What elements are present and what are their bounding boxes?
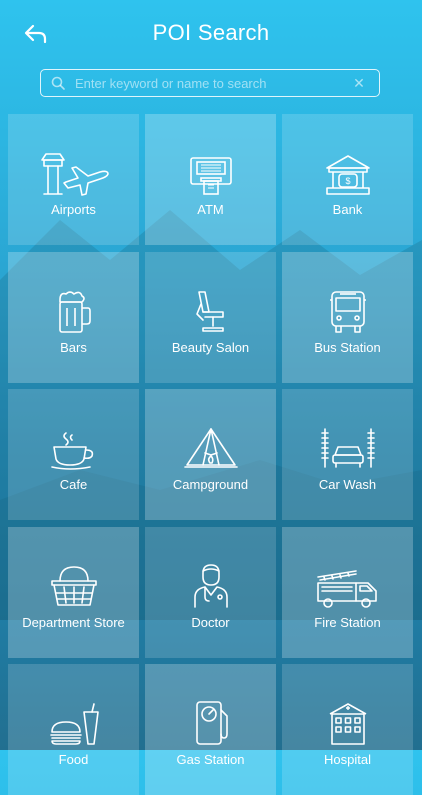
airport-icon [40,148,109,196]
category-tile-food[interactable]: Food [8,664,139,795]
category-tile-doctor[interactable]: Doctor [145,527,276,658]
burger-drink-icon [44,698,104,746]
category-tile-car-wash[interactable]: Car Wash [282,389,413,520]
category-label: Campground [172,477,249,492]
atm-icon [181,148,241,196]
category-label: Hospital [324,752,371,767]
car-wash-icon [318,423,378,471]
doctor-icon [181,561,241,609]
category-label: Bus Station [314,340,381,355]
category-label: Beauty Salon [171,340,250,355]
category-tile-bars[interactable]: Bars [8,252,139,383]
category-label: Bars [60,340,87,355]
shopping-basket-icon [44,561,104,609]
fire-truck-icon [316,561,378,609]
category-label: Doctor [191,615,230,630]
category-label: Airports [51,202,96,217]
coffee-cup-icon [44,423,104,471]
category-tile-airports[interactable]: Airports [8,114,139,245]
fuel-pump-icon [181,698,241,746]
category-tile-cafe[interactable]: Cafe [8,389,139,520]
category-tile-gas-station[interactable]: Gas Station [145,664,276,795]
category-label: Bank [332,202,363,217]
tent-icon [181,423,241,471]
category-tile-bank[interactable]: $ Bank [282,114,413,245]
bus-icon [318,286,378,334]
category-label: Cafe [59,477,88,492]
salon-chair-icon [181,286,241,334]
category-label: Car Wash [318,477,377,492]
category-label: Fire Station [314,615,381,630]
category-tile-campground[interactable]: Campground [145,389,276,520]
category-tile-hospital[interactable]: Hospital [282,664,413,795]
category-label: Gas Station [176,752,245,767]
category-label: Department Store [22,615,125,630]
svg-text:$: $ [345,176,350,186]
category-tile-atm[interactable]: ATM [145,114,276,245]
category-tile-bus-station[interactable]: Bus Station [282,252,413,383]
bank-icon: $ [318,148,378,196]
category-label: Food [58,752,89,767]
hospital-building-icon [318,698,378,746]
category-label: ATM [197,202,224,217]
category-tile-department-store[interactable]: Department Store [8,527,139,658]
category-grid: Airports ATM $ Bank Bars Beauty Salon Bu… [0,0,422,795]
beer-mug-icon [44,286,104,334]
category-tile-beauty-salon[interactable]: Beauty Salon [145,252,276,383]
category-tile-fire-station[interactable]: Fire Station [282,527,413,658]
